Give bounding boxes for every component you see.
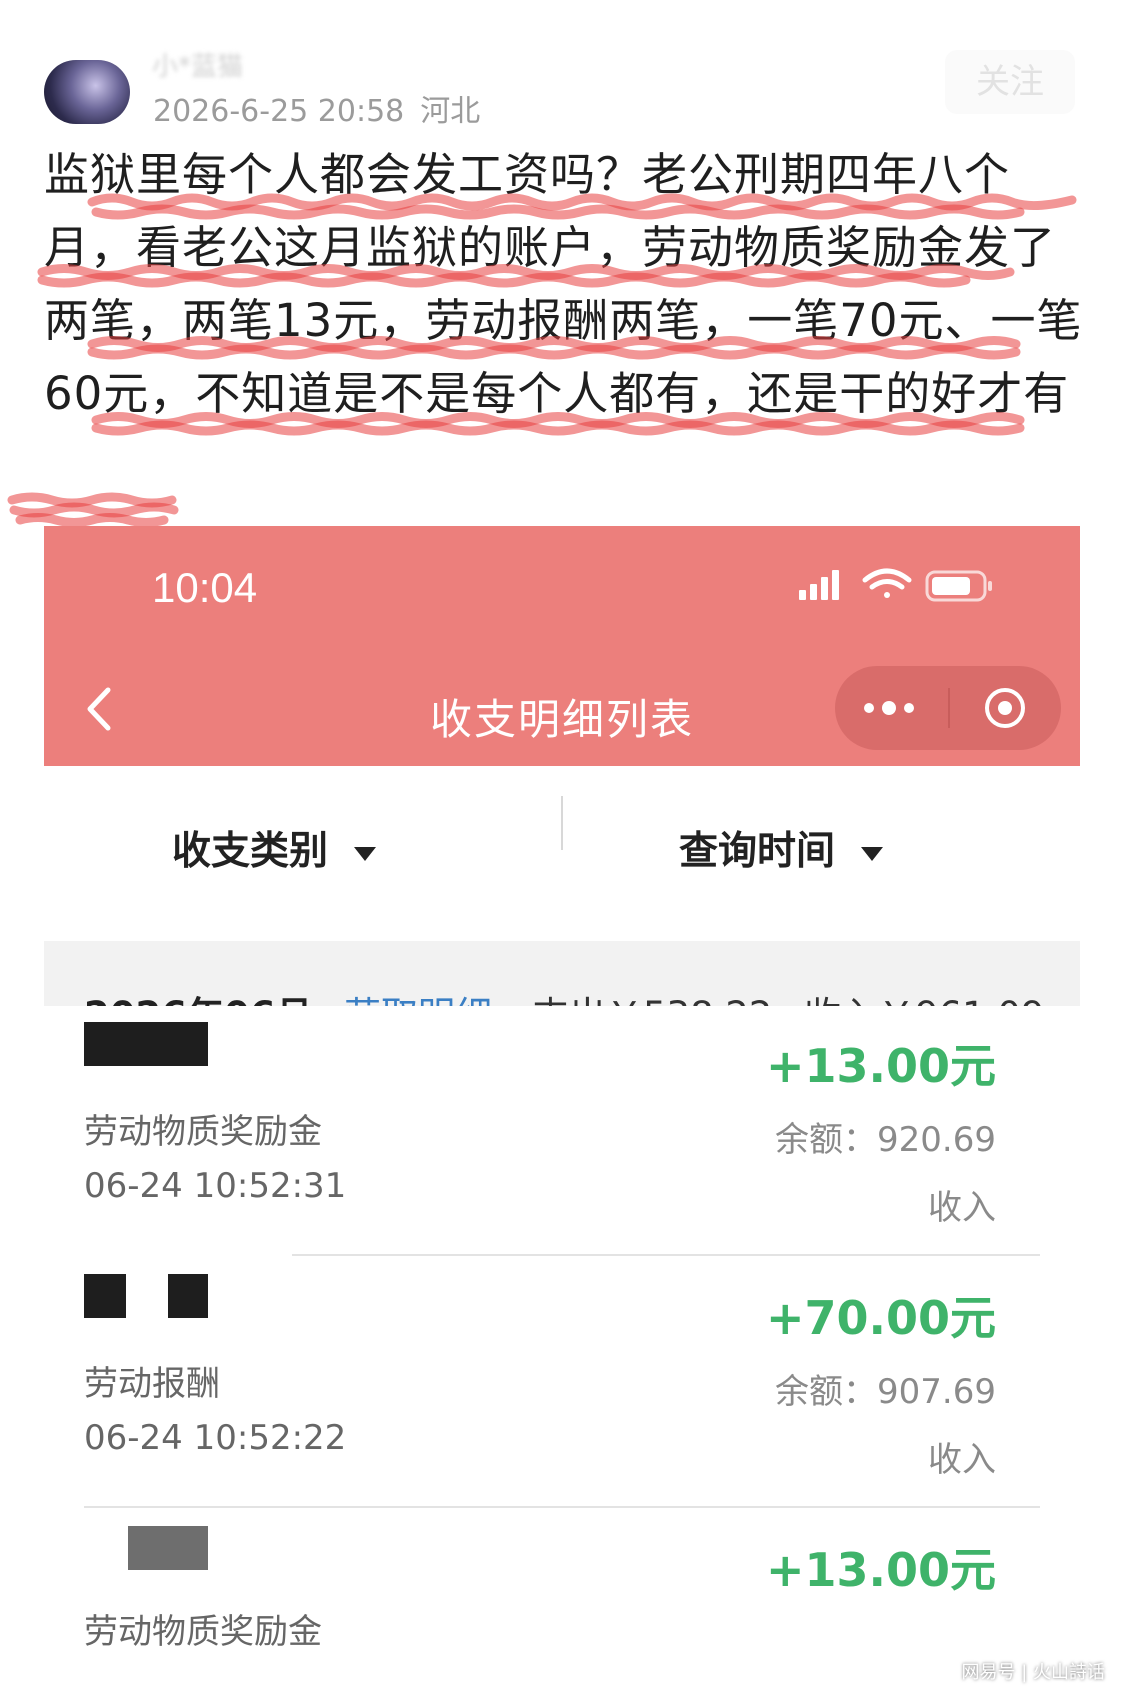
post-meta: 2026-6-25 20:58 河北 (153, 86, 480, 130)
transaction-kind: 收入 (928, 1188, 996, 1228)
transaction-type: 劳动报酬 (84, 1364, 220, 1404)
redacted-name (168, 1274, 208, 1318)
mini-program-capsule (835, 666, 1061, 750)
username[interactable]: 小*蓝猫 (152, 46, 243, 83)
transaction-type: 劳动物质奖励金 (84, 1612, 322, 1652)
filter-bar: 收支类别 查询时间 (44, 766, 1080, 926)
transaction-row[interactable]: 劳动物质奖励金 06-24 10:52:31 +13.00元 余额：920.69… (44, 1006, 1080, 1256)
caret-down-icon (354, 846, 377, 861)
status-bar-icons (799, 568, 992, 602)
transaction-type: 劳动物质奖励金 (84, 1112, 322, 1152)
app-header: 10:04 收支明细列表 (44, 526, 1080, 766)
user-avatar[interactable] (44, 60, 130, 124)
wifi-icon (862, 568, 912, 598)
redacted-name (128, 1526, 208, 1570)
filter-divider (561, 796, 563, 850)
transaction-amount: +13.00元 (765, 1039, 996, 1093)
transaction-amount: +70.00元 (765, 1291, 996, 1345)
redacted-name (84, 1022, 208, 1066)
post-location: 河北 (420, 94, 481, 129)
transaction-row[interactable]: 劳动物质奖励金 +13.00元 (44, 1510, 1080, 1696)
transaction-balance: 余额：907.69 (775, 1372, 996, 1412)
signal-bar-3 (821, 577, 828, 600)
transaction-screenshot: 10:04 收支明细列表 收支类别 查询时间 劳动物质奖励金 06-24 10:… (44, 526, 1080, 1696)
close-target-icon[interactable] (982, 685, 1028, 731)
row-divider (292, 1254, 1040, 1256)
transaction-amount: +13.00元 (765, 1543, 996, 1597)
watermark: 网易号 | 火山詩话 (961, 1662, 1105, 1683)
battery-icon (925, 570, 992, 602)
signal-bar-4 (832, 570, 839, 600)
more-options-icon[interactable] (859, 692, 919, 724)
transaction-time: 06-24 10:52:31 (84, 1166, 347, 1206)
signal-bar-1 (799, 590, 806, 600)
time-filter-label: 查询时间 (679, 829, 836, 874)
category-filter-label: 收支类别 (172, 829, 329, 874)
transaction-row[interactable]: 劳动报酬 06-24 10:52:22 +70.00元 余额：907.69 收入 (44, 1258, 1080, 1508)
status-bar-time: 10:04 (152, 564, 258, 611)
capsule-divider (948, 688, 950, 728)
follow-button[interactable]: 关注 (945, 50, 1075, 114)
transaction-time: 06-24 10:52:22 (84, 1418, 347, 1458)
redacted-name (84, 1274, 126, 1318)
transaction-kind: 收入 (928, 1440, 996, 1480)
transaction-balance: 余额：920.69 (775, 1120, 996, 1160)
post-datetime: 2026-6-25 20:58 (153, 94, 405, 129)
post-body-text: 监狱里每个人都会发工资吗？老公刑期四年八个月，看老公这月监狱的账户，劳动物质奖励… (44, 148, 1083, 420)
caret-down-icon (861, 846, 884, 861)
row-divider (84, 1506, 1040, 1508)
signal-bar-2 (810, 584, 817, 600)
time-filter[interactable]: 查询时间 (679, 820, 885, 876)
category-filter[interactable]: 收支类别 (172, 820, 378, 876)
